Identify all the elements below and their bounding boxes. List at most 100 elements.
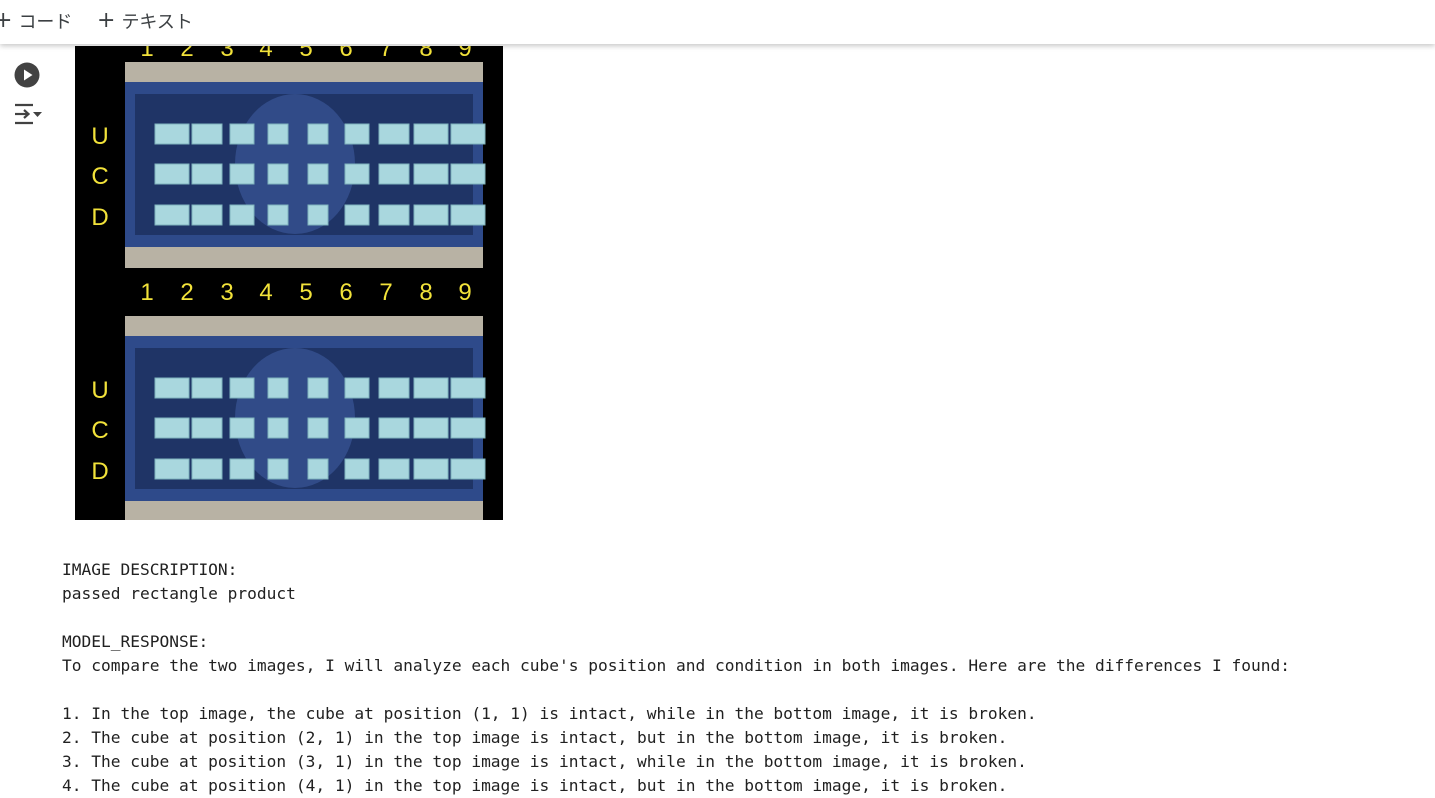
cube bbox=[378, 458, 410, 480]
column-number-label: 8 bbox=[419, 46, 432, 62]
cube bbox=[378, 377, 410, 399]
output-line: 1. In the top image, the cube at positio… bbox=[62, 704, 1037, 723]
cube-tray-figure: 1 2 3 4 5 6 7 8 9UCD1 2 3 4 5 6 7 8 9UCD bbox=[91, 46, 486, 520]
add-code-cell-button[interactable]: + コード bbox=[0, 8, 72, 34]
column-number-label: 6 bbox=[339, 46, 352, 62]
cube bbox=[344, 204, 370, 226]
cube bbox=[344, 163, 370, 185]
cube bbox=[413, 377, 449, 399]
column-number-label: 4 bbox=[259, 46, 272, 62]
cube bbox=[191, 204, 223, 226]
cube bbox=[191, 377, 223, 399]
cube bbox=[378, 204, 410, 226]
add-text-cell-button[interactable]: + テキスト bbox=[97, 8, 193, 34]
row-letter-label: D bbox=[91, 204, 108, 231]
output-line: 4. The cube at position (4, 1) in the to… bbox=[62, 776, 1008, 795]
output-image: 123456789UCD123456789UCD bbox=[75, 46, 503, 520]
cube bbox=[229, 163, 255, 185]
cube bbox=[450, 204, 486, 226]
cube bbox=[154, 377, 190, 399]
row-letter-label: C bbox=[91, 163, 108, 190]
cube bbox=[378, 417, 410, 439]
cube bbox=[413, 417, 449, 439]
cube bbox=[307, 123, 329, 145]
cube bbox=[154, 204, 190, 226]
column-number-label: 2 bbox=[180, 46, 193, 62]
column-number-label: 8 bbox=[419, 279, 432, 306]
cube bbox=[154, 163, 190, 185]
column-number-label: 1 bbox=[140, 46, 153, 62]
add-code-label: コード bbox=[18, 12, 73, 33]
cube bbox=[450, 377, 486, 399]
column-number-label: 9 bbox=[458, 279, 471, 306]
cube bbox=[378, 163, 410, 185]
cube bbox=[267, 377, 289, 399]
play-circle-icon bbox=[14, 62, 40, 88]
cube bbox=[267, 458, 289, 480]
cube bbox=[378, 123, 410, 145]
output-line: MODEL_RESPONSE: bbox=[62, 632, 209, 651]
cube bbox=[267, 163, 289, 185]
cube bbox=[344, 123, 370, 145]
output-toggle-icon bbox=[15, 103, 42, 125]
cube bbox=[413, 458, 449, 480]
cube bbox=[191, 417, 223, 439]
row-letter-label: U bbox=[91, 377, 108, 404]
cube bbox=[450, 458, 486, 480]
output-line: To compare the two images, I will analyz… bbox=[62, 656, 1290, 675]
cube bbox=[267, 204, 289, 226]
column-number-label: 7 bbox=[379, 46, 392, 62]
cube bbox=[191, 123, 223, 145]
notebook-toolbar: + コード + テキスト bbox=[0, 0, 1435, 44]
column-number-label: 7 bbox=[379, 279, 392, 306]
output-options-button[interactable] bbox=[13, 101, 43, 127]
cube bbox=[344, 417, 370, 439]
row-letter-label: C bbox=[91, 417, 108, 444]
cube bbox=[344, 377, 370, 399]
cube bbox=[450, 417, 486, 439]
cell-gutter bbox=[0, 44, 56, 783]
column-number-label: 4 bbox=[259, 279, 272, 306]
add-text-label: テキスト bbox=[121, 12, 193, 33]
cube bbox=[154, 417, 190, 439]
row-letter-label: U bbox=[91, 123, 108, 150]
output-line: passed rectangle product bbox=[62, 584, 296, 603]
cube bbox=[191, 163, 223, 185]
cube bbox=[307, 204, 329, 226]
column-number-label: 5 bbox=[299, 279, 312, 306]
cube bbox=[267, 123, 289, 145]
column-number-label: 2 bbox=[180, 279, 193, 306]
row-letter-label: D bbox=[91, 458, 108, 485]
cube bbox=[413, 204, 449, 226]
output-line: 3. The cube at position (3, 1) in the to… bbox=[62, 752, 1027, 771]
cube bbox=[154, 123, 190, 145]
column-number-label: 3 bbox=[220, 46, 233, 62]
cube bbox=[307, 417, 329, 439]
column-number-label: 6 bbox=[339, 279, 352, 306]
cube bbox=[229, 204, 255, 226]
column-number-label: 9 bbox=[458, 46, 471, 62]
output-line: IMAGE DESCRIPTION: bbox=[62, 560, 238, 579]
cube bbox=[307, 163, 329, 185]
cube bbox=[413, 163, 449, 185]
column-number-label: 3 bbox=[220, 279, 233, 306]
column-number-label: 5 bbox=[299, 46, 312, 62]
cube bbox=[229, 417, 255, 439]
cube bbox=[191, 458, 223, 480]
cube bbox=[229, 377, 255, 399]
output-text: IMAGE DESCRIPTION: passed rectangle produ… bbox=[62, 558, 1290, 798]
run-cell-button[interactable] bbox=[14, 62, 40, 88]
plus-icon: + bbox=[97, 8, 116, 33]
cube bbox=[229, 458, 255, 480]
cube bbox=[450, 123, 486, 145]
output-line: 2. The cube at position (2, 1) in the to… bbox=[62, 728, 1008, 747]
cube bbox=[267, 417, 289, 439]
cube bbox=[307, 458, 329, 480]
cube bbox=[307, 377, 329, 399]
column-number-label: 1 bbox=[140, 279, 153, 306]
plus-icon: + bbox=[0, 8, 13, 33]
cube bbox=[413, 123, 449, 145]
cube bbox=[154, 458, 190, 480]
